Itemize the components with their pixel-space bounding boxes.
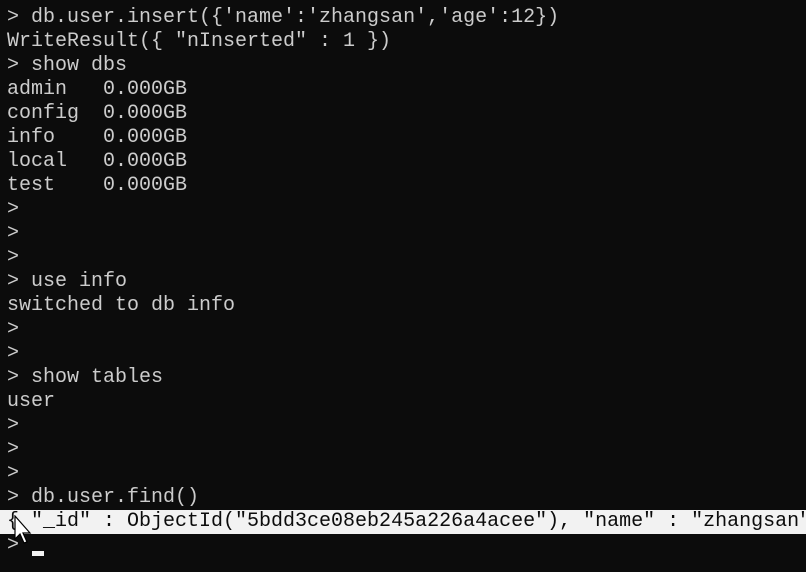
terminal-line: config 0.000GB: [7, 102, 188, 125]
terminal-line: admin 0.000GB: [7, 78, 188, 101]
terminal-line: >: [7, 342, 20, 365]
terminal-line: > db.user.insert({'name':'zhangsan','age…: [7, 6, 560, 29]
terminal-line: test 0.000GB: [7, 174, 188, 197]
terminal-line: > use info: [7, 270, 128, 293]
terminal-line: >: [7, 438, 20, 461]
terminal-line: >: [7, 222, 20, 245]
terminal-line: >: [7, 462, 20, 485]
terminal-line: > db.user.find(): [7, 486, 200, 509]
terminal-line: >: [7, 414, 20, 437]
terminal-line: WriteResult({ "nInserted" : 1 }): [7, 30, 392, 53]
selected-output-line: { "_id" : ObjectId("5bdd3ce08eb245a226a4…: [0, 510, 806, 534]
terminal-line: user: [7, 390, 56, 413]
terminal-line: > show dbs: [7, 54, 128, 77]
mouse-pointer-icon: [14, 514, 34, 552]
terminal-line: >: [7, 318, 20, 341]
terminal-line: >: [7, 246, 20, 269]
terminal-line: switched to db info: [7, 294, 236, 317]
terminal-window[interactable]: switched to db info > db.user.insert({'na…: [0, 0, 806, 572]
terminal-line: > show tables: [7, 366, 164, 389]
terminal-line: info 0.000GB: [7, 126, 188, 149]
terminal-line: local 0.000GB: [7, 150, 188, 173]
terminal-line: >: [7, 198, 20, 221]
